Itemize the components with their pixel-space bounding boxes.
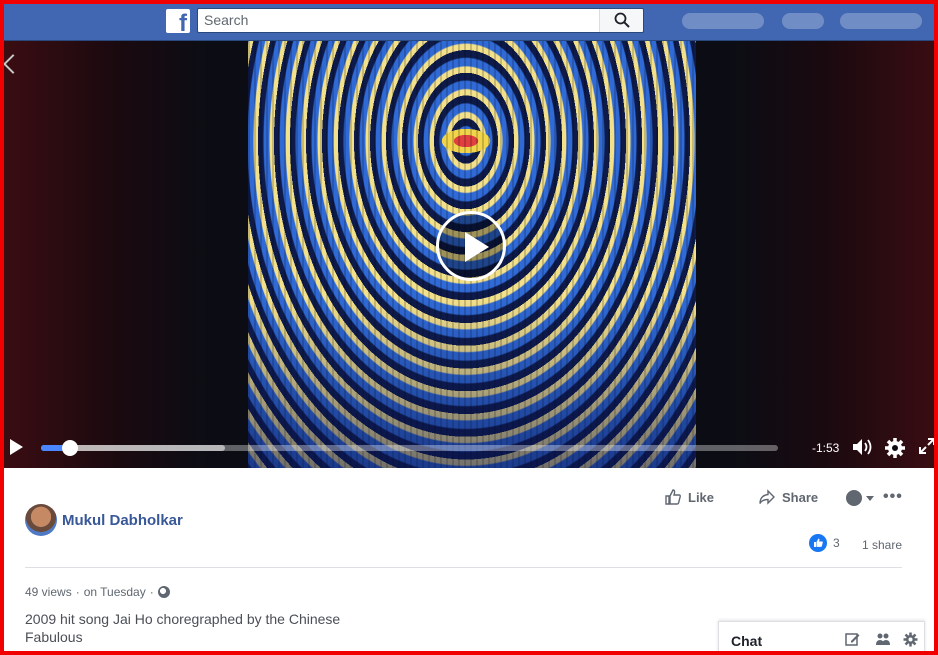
top-navigation-bar: f xyxy=(4,4,934,41)
chevron-down-icon[interactable] xyxy=(866,496,874,501)
screenshot-frame: f -1:53 xyxy=(0,0,938,655)
caption-line: Fabulous xyxy=(25,629,83,645)
like-reaction-icon xyxy=(809,534,827,552)
facebook-logo-letter: f xyxy=(179,10,187,37)
author-name[interactable]: Mukul Dabholkar xyxy=(62,512,183,529)
chat-label: Chat xyxy=(731,633,763,649)
like-button[interactable]: Like xyxy=(664,488,714,506)
share-button[interactable]: Share xyxy=(758,488,818,506)
share-count[interactable]: 1 share xyxy=(862,538,902,552)
chat-bar[interactable]: Chat xyxy=(718,621,925,651)
caption-line: 2009 hit song Jai Ho choregraphed by the… xyxy=(25,611,341,627)
gear-icon[interactable] xyxy=(903,632,918,647)
compose-icon[interactable] xyxy=(845,632,860,647)
volume-icon[interactable] xyxy=(851,437,873,457)
view-count: 49 views xyxy=(25,585,72,599)
reaction-count: 3 xyxy=(833,536,840,550)
meta-separator: · xyxy=(75,585,80,599)
back-chevron-icon[interactable] xyxy=(4,54,23,74)
more-options-button[interactable]: ••• xyxy=(883,488,903,506)
post-date[interactable]: on Tuesday xyxy=(84,585,146,599)
like-icon xyxy=(665,489,681,505)
search-icon xyxy=(614,12,630,28)
share-icon xyxy=(759,489,775,505)
play-icon[interactable] xyxy=(436,211,506,281)
like-label: Like xyxy=(688,489,715,505)
progress-knob[interactable] xyxy=(62,440,79,456)
post-meta: 49 views · on Tuesday · xyxy=(25,585,170,599)
globe-icon xyxy=(157,586,170,598)
contacts-icon[interactable] xyxy=(875,632,891,647)
search-button[interactable] xyxy=(599,9,643,32)
home-nav-item[interactable] xyxy=(782,13,824,29)
meta-separator: · xyxy=(149,585,154,599)
video-player[interactable]: -1:53 xyxy=(4,41,936,468)
search-input[interactable] xyxy=(204,12,594,28)
play-button[interactable] xyxy=(10,439,23,455)
avatar[interactable] xyxy=(25,504,57,536)
find-friends-nav-item[interactable] xyxy=(840,13,922,29)
privacy-icon[interactable] xyxy=(846,490,862,506)
fullscreen-icon[interactable] xyxy=(918,437,936,455)
post-caption: 2009 hit song Jai Ho choregraphed by the… xyxy=(25,610,365,646)
reaction-summary[interactable]: 3 xyxy=(809,534,840,552)
divider xyxy=(25,567,902,568)
progress-bar[interactable] xyxy=(41,440,778,456)
profile-nav-item[interactable] xyxy=(682,13,764,29)
facebook-logo-icon[interactable]: f xyxy=(166,9,190,37)
time-remaining: -1:53 xyxy=(812,441,840,455)
settings-icon[interactable] xyxy=(884,437,906,459)
share-label: Share xyxy=(782,489,819,505)
search-box xyxy=(197,8,644,33)
